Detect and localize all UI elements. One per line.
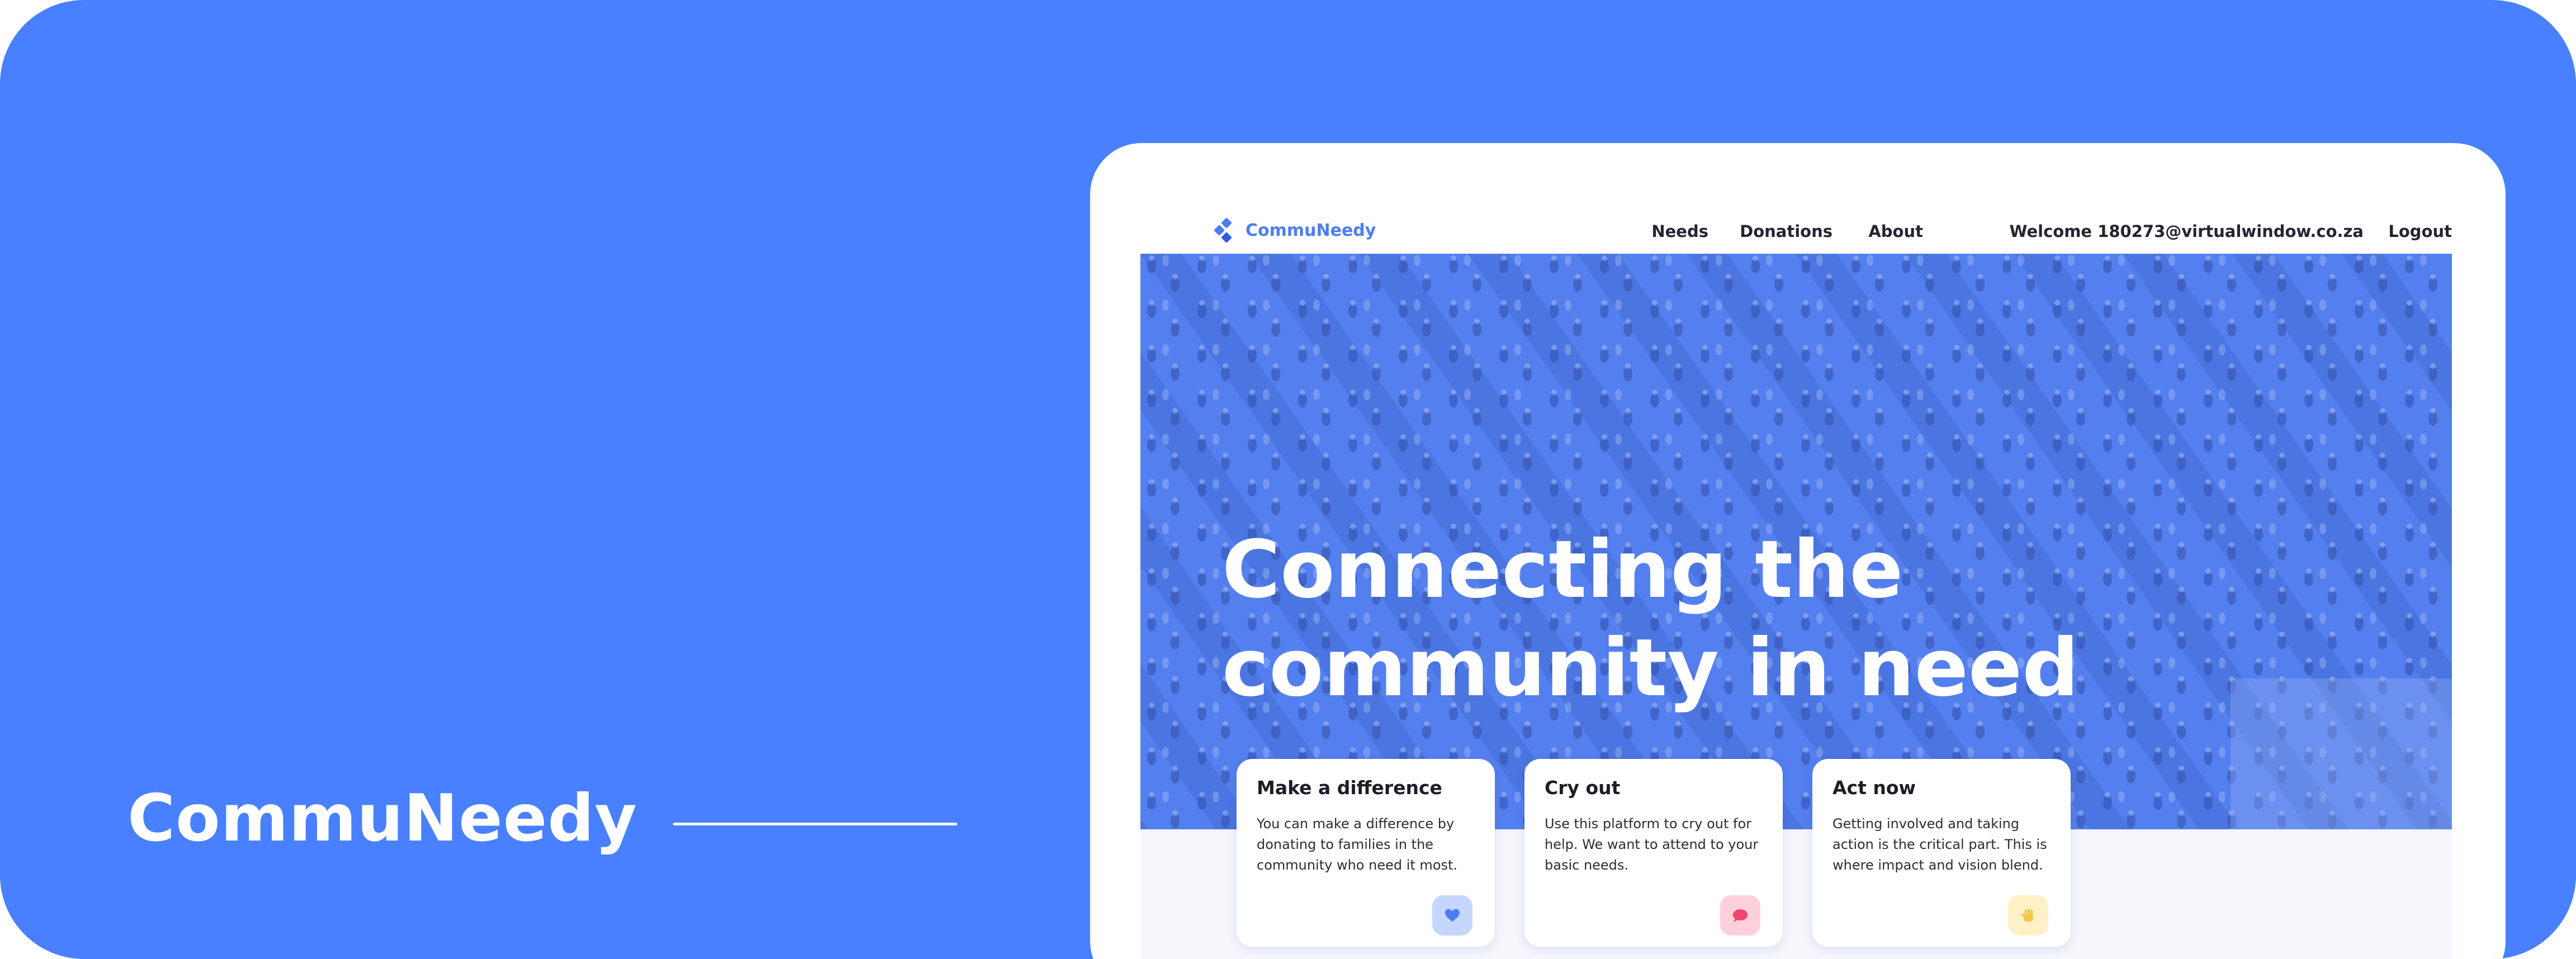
card-icon-badge	[1720, 895, 1760, 936]
card-title: Cry out	[1545, 777, 1621, 799]
chat-bubble-icon	[1733, 909, 1748, 922]
nav-link-donations[interactable]: Donations	[1740, 219, 1832, 244]
card-title: Make a difference	[1257, 777, 1442, 799]
card-description: Getting involved and taking action is th…	[1832, 816, 2047, 873]
top-navbar: CommuNeedy Needs Donations About Welcome…	[1140, 205, 2452, 258]
feature-card-make-a-difference[interactable]: Make a difference You can make a differe…	[1237, 759, 1495, 947]
card-icon-badge	[1432, 895, 1472, 936]
hero-title: Connecting the community in need	[1222, 524, 2079, 714]
feature-card-cry-out[interactable]: Cry out Use this platform to cry out for…	[1524, 759, 1783, 947]
nav-link-about[interactable]: About	[1868, 219, 1923, 244]
nav-link-needs[interactable]: Needs	[1651, 219, 1708, 244]
brand-title: CommuNeedy	[127, 781, 638, 856]
banner-canvas: CommuNeedy CommuNeedy Needs Donations Ab…	[0, 0, 2576, 959]
raised-hand-icon	[2021, 909, 2033, 922]
card-title: Act now	[1832, 777, 1916, 799]
card-description: Use this platform to cry out for help. W…	[1545, 816, 1759, 873]
nav-link-logout[interactable]: Logout	[2388, 219, 2452, 244]
card-description: You can make a difference by donating to…	[1257, 816, 1458, 873]
brand-underline-divider	[673, 823, 957, 825]
feature-card-act-now[interactable]: Act now Getting involved and taking acti…	[1812, 759, 2071, 947]
logo-diamond-icon	[1214, 218, 1232, 243]
logo-text: CommuNeedy	[1246, 221, 1376, 240]
card-icon-badge	[2008, 895, 2048, 936]
heart-icon	[1445, 909, 1460, 922]
website-mockup: CommuNeedy Needs Donations About Welcome…	[1090, 143, 2506, 959]
nav-welcome-user[interactable]: Welcome 180273@virtualwindow.co.za	[2010, 219, 2364, 244]
hero-section: Connecting the community in need	[1140, 254, 2452, 829]
